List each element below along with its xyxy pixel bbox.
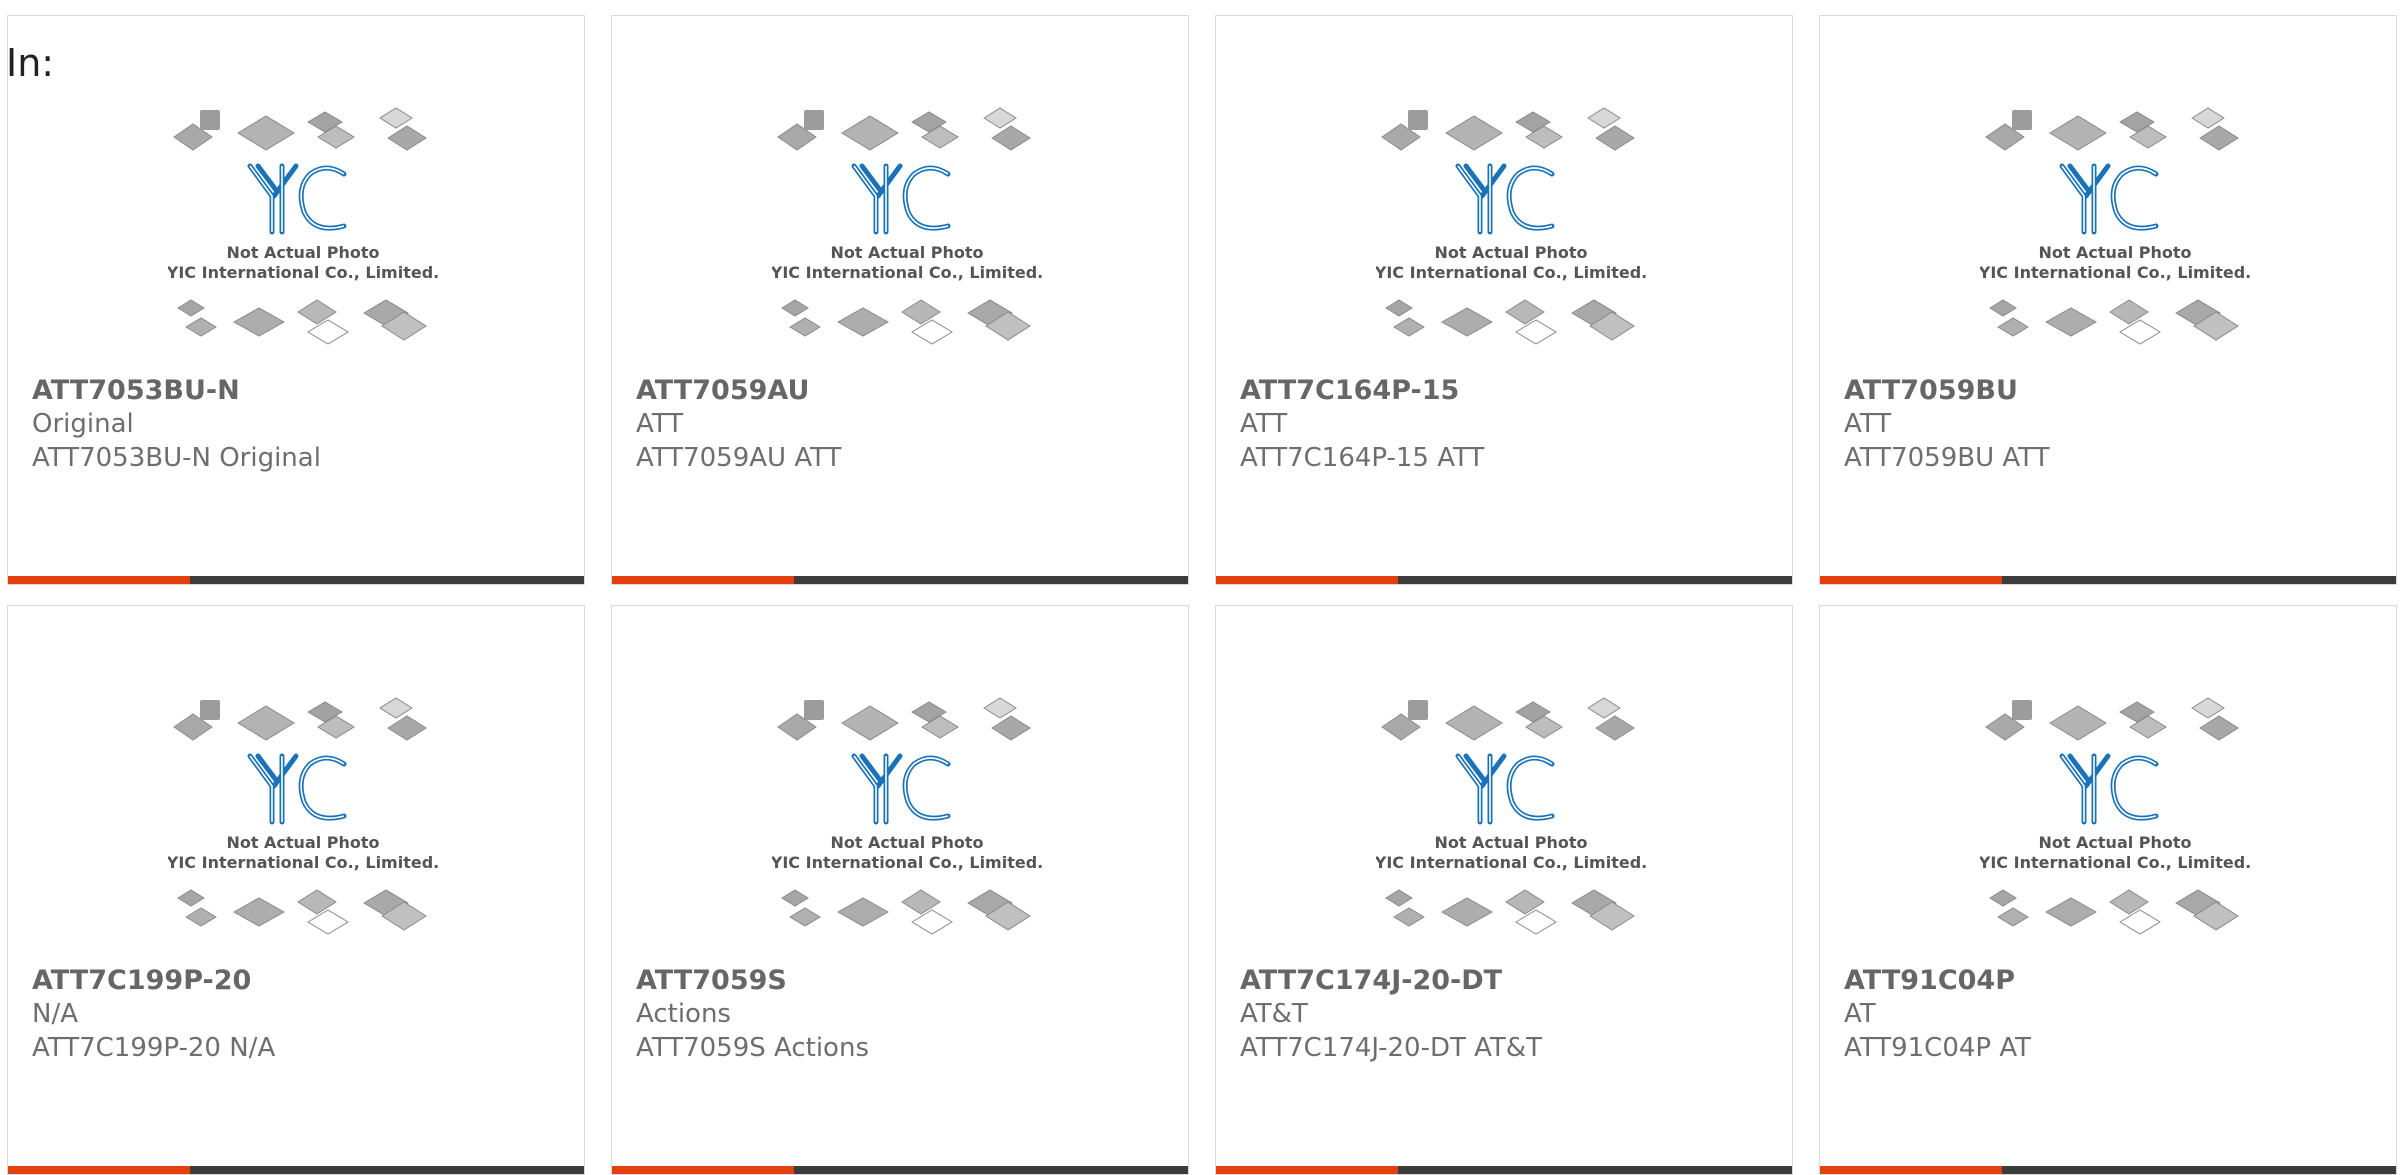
card-footer-bar <box>1820 576 2396 584</box>
card-footer-accent <box>1216 576 1398 584</box>
card-footer-accent <box>612 576 794 584</box>
not-actual-photo-placeholder: Not Actual PhotoYIC International Co., L… <box>772 107 1042 345</box>
product-description: ATT7C174J-20-DT AT&T <box>1240 1033 1542 1063</box>
card-footer-bar <box>1216 1166 1792 1174</box>
card-footer-accent <box>8 1166 190 1174</box>
svg-text:Not Actual Photo: Not Actual Photo <box>226 833 379 852</box>
product-image[interactable]: Not Actual Photo YIC International Co., L… <box>1980 104 2250 374</box>
product-card[interactable]: Not Actual Photo YIC International Co., L… <box>7 605 585 1175</box>
product-manufacturer: Original <box>32 409 134 439</box>
product-manufacturer: Actions <box>636 999 731 1029</box>
card-footer-bar <box>8 1166 584 1174</box>
product-card[interactable]: Not Actual Photo YIC International Co., L… <box>1215 605 1793 1175</box>
product-image[interactable]: Not Actual Photo YIC International Co., L… <box>772 104 1042 374</box>
product-manufacturer: ATT <box>1844 409 1892 439</box>
svg-text:YIC International Co., Limited: YIC International Co., Limited. <box>772 263 1042 282</box>
svg-text:YIC International Co., Limited: YIC International Co., Limited. <box>168 263 438 282</box>
product-description: ATT7053BU-N Original <box>32 443 321 473</box>
card-footer-accent <box>1216 1166 1398 1174</box>
not-actual-photo-placeholder: Not Actual PhotoYIC International Co., L… <box>772 697 1042 935</box>
not-actual-photo-placeholder: Not Actual PhotoYIC International Co., L… <box>1980 107 2250 345</box>
card-footer-bar <box>8 576 584 584</box>
product-card[interactable]: Not Actual Photo YIC International Co., L… <box>1215 15 1793 585</box>
svg-text:Not Actual Photo: Not Actual Photo <box>2038 243 2191 262</box>
svg-text:YIC International Co., Limited: YIC International Co., Limited. <box>1376 853 1646 872</box>
card-footer-bar <box>612 576 1188 584</box>
product-part-number[interactable]: ATT7059AU <box>636 374 809 408</box>
product-manufacturer: AT&T <box>1240 999 1308 1029</box>
product-description: ATT7C164P-15 ATT <box>1240 443 1485 473</box>
product-card[interactable]: Not Actual Photo YIC International Co., L… <box>7 15 585 585</box>
product-part-number[interactable]: ATT7059S <box>636 964 787 998</box>
svg-text:YIC International Co., Limited: YIC International Co., Limited. <box>1980 853 2250 872</box>
product-description: ATT7C199P-20 N/A <box>32 1033 276 1063</box>
svg-text:YIC International Co., Limited: YIC International Co., Limited. <box>772 853 1042 872</box>
svg-text:Not Actual Photo: Not Actual Photo <box>1434 243 1587 262</box>
product-description: ATT7059BU ATT <box>1844 443 2050 473</box>
not-actual-photo-placeholder: Not Actual PhotoYIC International Co., L… <box>168 107 438 345</box>
card-footer-accent <box>8 576 190 584</box>
product-description: ATT91C04P AT <box>1844 1033 2031 1063</box>
product-image[interactable]: Not Actual Photo YIC International Co., L… <box>1376 694 1646 964</box>
not-actual-photo-placeholder: Not Actual PhotoYIC International Co., L… <box>1376 107 1646 345</box>
card-footer-bar <box>1216 576 1792 584</box>
product-manufacturer: ATT <box>636 409 684 439</box>
card-footer-bar <box>1820 1166 2396 1174</box>
product-image[interactable]: Not Actual Photo YIC International Co., L… <box>1376 104 1646 374</box>
svg-text:YIC International Co., Limited: YIC International Co., Limited. <box>1980 263 2250 282</box>
not-actual-photo-placeholder: Not Actual PhotoYIC International Co., L… <box>1980 697 2250 935</box>
product-manufacturer: ATT <box>1240 409 1288 439</box>
product-image[interactable]: Not Actual Photo YIC International Co., L… <box>1980 694 2250 964</box>
svg-text:Not Actual Photo: Not Actual Photo <box>830 243 983 262</box>
filter-label: In: <box>6 41 55 85</box>
product-card[interactable]: Not Actual Photo YIC International Co., L… <box>1819 605 2397 1175</box>
product-description: ATT7059S Actions <box>636 1033 869 1063</box>
product-part-number[interactable]: ATT7059BU <box>1844 374 2018 408</box>
not-actual-photo-placeholder: Not Actual PhotoYIC International Co., L… <box>1376 697 1646 935</box>
product-manufacturer: N/A <box>32 999 78 1029</box>
product-manufacturer: AT <box>1844 999 1876 1029</box>
card-footer-accent <box>1820 1166 2002 1174</box>
svg-text:YIC International Co., Limited: YIC International Co., Limited. <box>1376 263 1646 282</box>
product-image[interactable]: Not Actual Photo YIC International Co., L… <box>168 104 438 374</box>
product-part-number[interactable]: ATT91C04P <box>1844 964 2015 998</box>
product-part-number[interactable]: ATT7053BU-N <box>32 374 240 408</box>
card-footer-accent <box>1820 576 2002 584</box>
product-card[interactable]: Not Actual Photo YIC International Co., L… <box>611 15 1189 585</box>
product-image[interactable]: Not Actual Photo YIC International Co., L… <box>168 694 438 964</box>
svg-text:Not Actual Photo: Not Actual Photo <box>226 243 379 262</box>
svg-text:Not Actual Photo: Not Actual Photo <box>2038 833 2191 852</box>
product-card[interactable]: Not Actual Photo YIC International Co., L… <box>1819 15 2397 585</box>
svg-text:Not Actual Photo: Not Actual Photo <box>830 833 983 852</box>
card-footer-bar <box>612 1166 1188 1174</box>
svg-text:YIC International Co., Limited: YIC International Co., Limited. <box>168 853 438 872</box>
product-grid: Not Actual Photo YIC International Co., L… <box>0 0 2400 1175</box>
product-part-number[interactable]: ATT7C164P-15 <box>1240 374 1459 408</box>
product-card[interactable]: Not Actual Photo YIC International Co., L… <box>611 605 1189 1175</box>
product-part-number[interactable]: ATT7C174J-20-DT <box>1240 964 1502 998</box>
card-footer-accent <box>612 1166 794 1174</box>
product-part-number[interactable]: ATT7C199P-20 <box>32 964 251 998</box>
svg-text:Not Actual Photo: Not Actual Photo <box>1434 833 1587 852</box>
product-image[interactable]: Not Actual Photo YIC International Co., L… <box>772 694 1042 964</box>
product-description: ATT7059AU ATT <box>636 443 842 473</box>
not-actual-photo-placeholder: Not Actual PhotoYIC International Co., L… <box>168 697 438 935</box>
